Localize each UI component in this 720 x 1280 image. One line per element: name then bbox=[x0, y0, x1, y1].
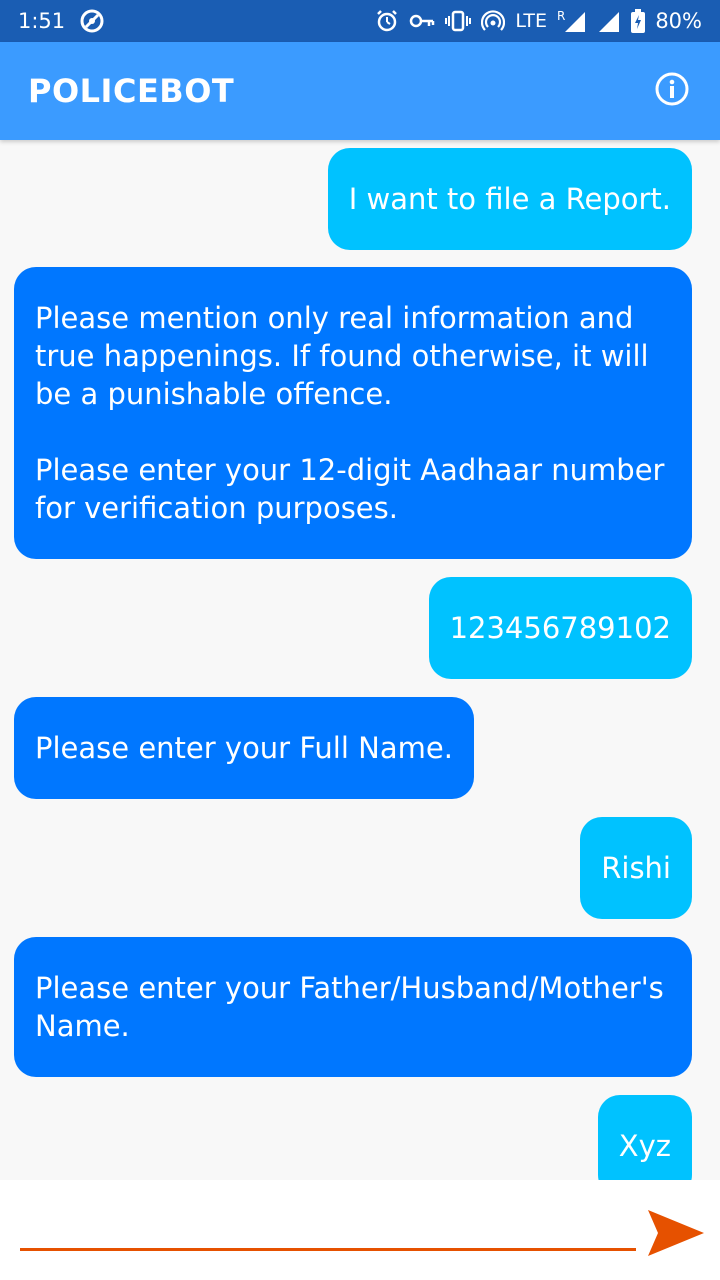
chat-message-list[interactable]: I want to file a Report. Please mention … bbox=[0, 140, 720, 1180]
app-title: POLICEBOT bbox=[28, 72, 235, 110]
send-button[interactable] bbox=[646, 1208, 706, 1258]
hotspot-icon bbox=[481, 9, 506, 33]
app-bar: POLICEBOT bbox=[0, 42, 720, 140]
signal-group: R bbox=[557, 10, 587, 32]
status-time: 1:51 bbox=[18, 9, 66, 33]
do-not-disturb-icon bbox=[79, 8, 105, 34]
input-bar bbox=[0, 1180, 720, 1280]
message-input[interactable] bbox=[20, 1210, 636, 1251]
wifi-signal-icon bbox=[597, 10, 621, 32]
network-type: LTE bbox=[515, 10, 547, 32]
info-circle-icon bbox=[654, 71, 690, 111]
user-message: 123456789102 bbox=[428, 577, 692, 679]
user-message: Xyz bbox=[597, 1095, 692, 1180]
status-bar: 1:51 LTE R 80% bbox=[0, 0, 720, 42]
signal-icon bbox=[563, 10, 587, 32]
send-arrow-icon bbox=[646, 1210, 706, 1262]
alarm-icon bbox=[375, 9, 399, 33]
info-button[interactable] bbox=[652, 71, 692, 111]
bot-message: Please mention only real information and… bbox=[14, 267, 692, 559]
bot-message: Please enter your Father/Husband/Mother'… bbox=[14, 937, 692, 1077]
bot-message: Please enter your Full Name. bbox=[14, 697, 474, 799]
vibrate-icon bbox=[445, 10, 472, 32]
vpn-key-icon bbox=[409, 11, 435, 31]
user-message: Rishi bbox=[580, 817, 692, 919]
battery-level: 80% bbox=[655, 9, 702, 33]
user-message: I want to file a Report. bbox=[327, 148, 692, 250]
battery-icon bbox=[631, 9, 646, 33]
